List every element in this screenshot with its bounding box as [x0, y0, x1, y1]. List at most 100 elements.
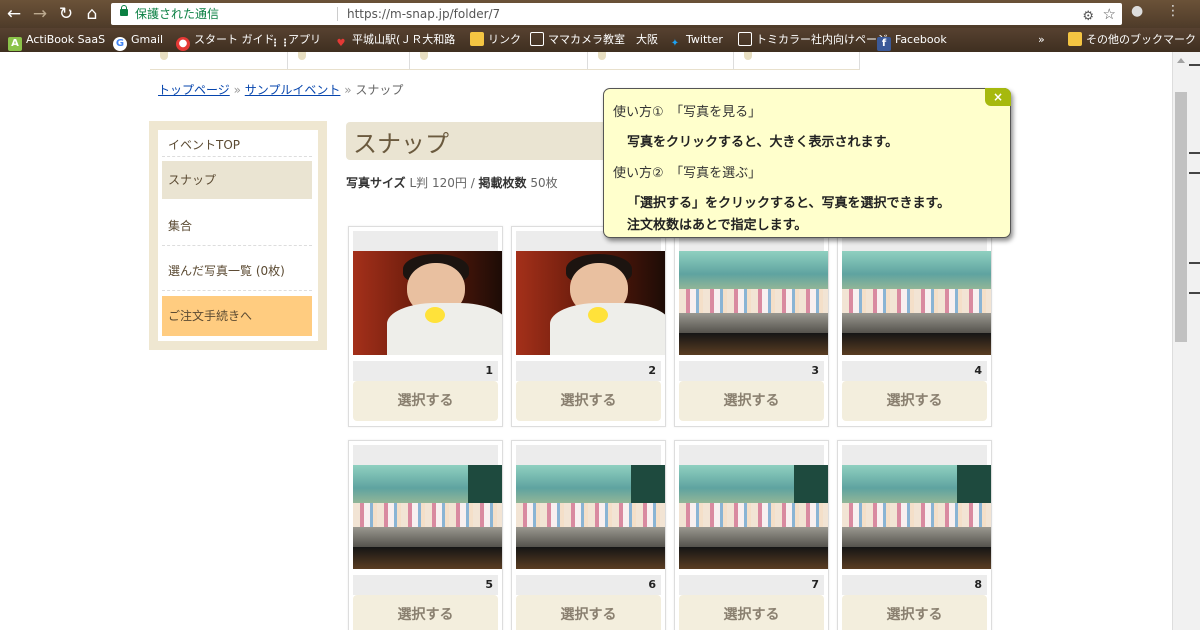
close-icon[interactable]: ×	[985, 88, 1011, 106]
sidebar-item-snap[interactable]: スナップ	[162, 161, 312, 199]
bookmark-star-icon[interactable]: ☆	[1103, 3, 1116, 25]
bookmark-twitter[interactable]: ✦ Twitter	[668, 28, 723, 52]
page-icon	[738, 32, 752, 46]
chrome-icon: ●	[176, 37, 190, 51]
photo-card-header	[679, 445, 824, 465]
scroll-up-arrow-icon[interactable]	[1177, 58, 1185, 63]
select-photo-button[interactable]: 選択する	[516, 595, 661, 630]
bookmark-apps[interactable]: ⋮⋮アプリ	[270, 28, 321, 52]
photo-card: 8 選択する	[837, 440, 992, 630]
breadcrumb-separator: »	[233, 83, 241, 97]
address-separator	[337, 7, 338, 21]
bookmark-tomicolor[interactable]: トミカラー社内向けページ	[738, 28, 888, 52]
breadcrumb: トップページ » サンプルイベント » スナップ	[158, 81, 403, 98]
select-photo-button[interactable]: 選択する	[353, 381, 498, 421]
tooltip-step2-body: 「選択する」をクリックすると、写真を選択できます。	[627, 196, 951, 211]
photo-card-header	[842, 445, 987, 465]
apps-grid-icon: ⋮⋮	[270, 38, 290, 49]
tooltip-step2-note: 注文枚数はあとで指定します。	[627, 218, 808, 233]
account-icon[interactable]: ●	[1131, 3, 1143, 19]
actibook-icon: A	[8, 37, 22, 51]
bookmark-start-guide[interactable]: ● スタート ガイド	[176, 28, 275, 52]
nav-tab[interactable]	[588, 52, 734, 70]
breadcrumb-event-link[interactable]: サンプルイベント	[245, 83, 341, 97]
tooltip-step1-body: 写真をクリックすると、大きく表示されます。	[627, 135, 899, 150]
photo-number: 3	[679, 361, 824, 381]
scrollbar-thumb[interactable]	[1175, 92, 1187, 342]
photo-card-header	[516, 445, 661, 465]
back-arrow-icon[interactable]: ←	[4, 4, 24, 24]
photo-card: 5 選択する	[348, 440, 503, 630]
nav-tab[interactable]	[288, 52, 410, 70]
bookmark-facebook[interactable]: f Facebook	[877, 28, 947, 52]
sidebar-item-group[interactable]: 集合	[162, 206, 312, 246]
photo-thumbnail[interactable]	[353, 465, 502, 569]
select-photo-button[interactable]: 選択する	[842, 595, 987, 630]
breadcrumb-home-link[interactable]: トップページ	[158, 83, 230, 97]
url-text[interactable]: https://m-snap.jp/folder/7	[347, 3, 500, 25]
photo-card: 4 選択する	[837, 226, 992, 427]
address-bar[interactable]: 保護された通信 https://m-snap.jp/folder/7 ⚙ ☆	[111, 3, 1122, 25]
site-top-nav	[150, 52, 870, 70]
translate-icon[interactable]: ⚙	[1082, 6, 1094, 28]
bookmarks-bar: A ActiBook SaaS G Gmail ● スタート ガイド ⋮⋮アプリ ♥ 平…	[0, 28, 1200, 52]
count-label: 掲載枚数	[478, 176, 527, 190]
photo-thumbnail[interactable]	[516, 251, 665, 355]
help-tooltip: × 使い方① 「写真を見る」 写真をクリックすると、大きく表示されます。 使い方…	[603, 88, 1011, 238]
photo-thumbnail[interactable]	[353, 251, 502, 355]
sidebar-menu: イベントTOP スナップ 集合 選んだ写真一覧 (0枚) ご注文手続きへ	[158, 130, 318, 341]
vertical-scrollbar[interactable]	[1172, 52, 1200, 630]
edge-tick	[1189, 152, 1200, 154]
photo-number: 5	[353, 575, 498, 595]
browser-toolbar: ← → ↻ ⌂ 保護された通信 https://m-snap.jp/folder…	[0, 0, 1200, 28]
count-value: 50枚	[530, 176, 558, 190]
menu-kebab-icon[interactable]: ⋮	[1166, 3, 1180, 19]
select-photo-button[interactable]: 選択する	[516, 381, 661, 421]
twitter-icon: ✦	[670, 38, 680, 49]
other-bookmarks-folder[interactable]: その他のブックマーク	[1068, 28, 1196, 52]
lock-icon	[120, 5, 128, 16]
reload-icon[interactable]: ↻	[56, 4, 76, 24]
nav-tab[interactable]	[150, 52, 288, 70]
bookmark-links[interactable]: リンク	[470, 28, 521, 52]
photo-card: 1 選択する	[348, 226, 503, 427]
nav-tab[interactable]	[410, 52, 588, 70]
bookmark-actibook[interactable]: A ActiBook SaaS	[8, 28, 105, 52]
google-icon: G	[113, 37, 127, 51]
breadcrumb-current: スナップ	[355, 83, 404, 97]
tooltip-step1-heading: 使い方① 「写真を見る」	[613, 105, 762, 120]
photo-thumbnail[interactable]	[679, 251, 828, 355]
bookmark-heijoyama[interactable]: ♥ 平城山駅(ＪＲ大和路	[334, 28, 456, 52]
order-button[interactable]: ご注文手続きへ	[162, 296, 312, 336]
select-photo-button[interactable]: 選択する	[679, 381, 824, 421]
select-photo-button[interactable]: 選択する	[353, 595, 498, 630]
edge-tick	[1189, 292, 1200, 294]
sidebar-item-event-top[interactable]: イベントTOP	[162, 134, 312, 157]
photo-card-header	[353, 445, 498, 465]
bookmark-mama-camera[interactable]: ママカメラ教室 大阪	[530, 28, 658, 52]
photo-number: 7	[679, 575, 824, 595]
photo-number: 8	[842, 575, 987, 595]
size-label: 写真サイズ	[346, 176, 406, 190]
more-bookmarks-button[interactable]: »	[1038, 28, 1045, 52]
photo-number: 6	[516, 575, 661, 595]
select-photo-button[interactable]: 選択する	[842, 381, 987, 421]
photo-thumbnail[interactable]	[516, 465, 665, 569]
photo-card-header	[353, 231, 498, 251]
select-photo-button[interactable]: 選択する	[679, 595, 824, 630]
facebook-icon: f	[877, 37, 891, 51]
home-icon[interactable]: ⌂	[82, 4, 102, 24]
page-icon	[530, 32, 544, 46]
nav-tab[interactable]	[734, 52, 860, 70]
photo-thumbnail[interactable]	[842, 465, 991, 569]
photo-number: 4	[842, 361, 987, 381]
bookmark-gmail[interactable]: G Gmail	[113, 28, 163, 52]
photo-card: 7 選択する	[674, 440, 829, 630]
sidebar-item-chosen-photos[interactable]: 選んだ写真一覧 (0枚)	[162, 251, 312, 291]
sidebar: イベントTOP スナップ 集合 選んだ写真一覧 (0枚) ご注文手続きへ	[149, 121, 327, 350]
secure-connection-label: 保護された通信	[135, 7, 220, 21]
photo-thumbnail[interactable]	[679, 465, 828, 569]
forward-arrow-icon[interactable]: →	[30, 4, 50, 24]
photo-thumbnail[interactable]	[842, 251, 991, 355]
photo-card: 3 選択する	[674, 226, 829, 427]
